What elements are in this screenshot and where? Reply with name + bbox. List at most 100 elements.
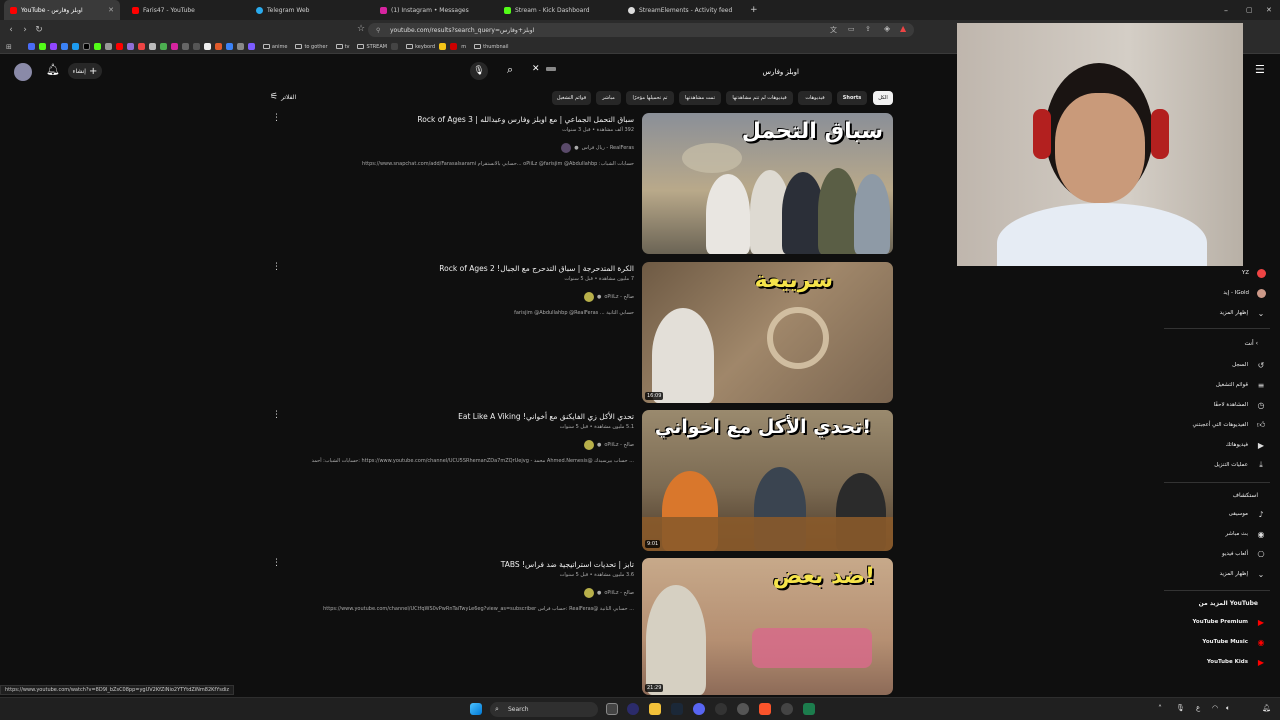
taskbar-search[interactable]: ⌕ Search bbox=[490, 702, 598, 717]
sidebar-item-live[interactable]: بث مباشر ◉ bbox=[1168, 526, 1270, 542]
cast-icon[interactable]: ▭ bbox=[848, 25, 855, 33]
search-input[interactable]: اوبلز وفارس bbox=[540, 62, 805, 82]
sidebar-item-youtube-premium[interactable]: YouTube Premium ▶ bbox=[1168, 614, 1270, 630]
bookmark-m[interactable]: m bbox=[461, 44, 466, 50]
create-button[interactable]: إنشاء + bbox=[68, 63, 102, 79]
microphone-tray-icon[interactable]: 🎙︎ bbox=[1176, 704, 1185, 712]
video-thumbnail[interactable]: ضد بعض! 21:29 bbox=[642, 558, 893, 695]
bookmark-folder-tv[interactable]: tv bbox=[335, 44, 349, 50]
tab-kick[interactable]: Stream - Kick Dashboard bbox=[498, 0, 618, 20]
video-title[interactable]: تحدي الأكل زي الفايكنق مع أخواني! Eat Li… bbox=[458, 412, 634, 421]
clear-search-icon[interactable]: ✕ bbox=[532, 64, 540, 74]
tab-faris-youtube[interactable]: Faris47 - YouTube bbox=[126, 0, 246, 20]
task-view-icon[interactable] bbox=[606, 703, 618, 715]
wifi-icon[interactable]: ◠ bbox=[1212, 704, 1218, 712]
close-window-button[interactable]: ✕ bbox=[1260, 0, 1278, 20]
windows-start-icon[interactable] bbox=[470, 703, 482, 715]
video-thumbnail[interactable]: سرييعة 16:09 bbox=[642, 262, 893, 403]
bookmark-folder-stream[interactable]: STREAM bbox=[357, 44, 387, 50]
bookmark-icon[interactable] bbox=[439, 43, 447, 50]
minimize-button[interactable]: – bbox=[1218, 0, 1236, 20]
site-info-icon[interactable]: ⚲ bbox=[376, 27, 380, 34]
bookmark-icon[interactable] bbox=[148, 43, 156, 50]
bookmark-icon[interactable] bbox=[159, 43, 167, 50]
chip-live[interactable]: مباشر bbox=[596, 91, 621, 105]
reload-icon[interactable]: ↻ bbox=[32, 25, 46, 35]
bookmark-icon[interactable] bbox=[236, 43, 244, 50]
filters-button[interactable]: ⚟ الفلاتر bbox=[270, 92, 296, 102]
video-result[interactable]: ⋮ الكرة المتدحرجة | سباق التدحرج مع الجب… bbox=[260, 262, 900, 403]
sidebar-item-youtube-music[interactable]: YouTube Music ◉ bbox=[1168, 634, 1270, 650]
notifications-tray-icon[interactable]: 🔔︎ bbox=[1262, 704, 1271, 712]
video-thumbnail[interactable]: تحدي الأكل مع اخواني! 9:01 bbox=[642, 410, 893, 551]
sidebar-item-liked-videos[interactable]: الفيديوهات التي أعجبتني 👍︎ bbox=[1168, 417, 1270, 433]
steam-icon[interactable] bbox=[671, 703, 683, 715]
avatar[interactable] bbox=[14, 63, 32, 81]
maximize-button[interactable]: ▢ bbox=[1240, 0, 1258, 20]
app-icon[interactable] bbox=[737, 703, 749, 715]
channel-link[interactable]: صالح - oPiiLz ● bbox=[583, 292, 634, 302]
sidebar-subscription-igold[interactable]: إيد - IGold bbox=[1168, 285, 1270, 301]
video-title[interactable]: سباق التحمل الجماعي | مع اوبلز وفارس وعب… bbox=[417, 115, 634, 124]
chip-playlists[interactable]: قوائم التشغيل bbox=[552, 91, 591, 105]
chip-shorts[interactable]: Shorts bbox=[837, 91, 867, 105]
kick-bookmark-icon[interactable] bbox=[93, 43, 101, 50]
bookmark-icon[interactable] bbox=[71, 43, 79, 50]
tab-instagram[interactable]: (1) Instagram • Messages bbox=[374, 0, 494, 20]
sidebar-show-more-explore[interactable]: إظهار المزيد ⌄ bbox=[1168, 566, 1270, 582]
bookmark-folder-thumbnail[interactable]: thumbnail bbox=[474, 44, 508, 50]
bookmark-icon[interactable] bbox=[225, 43, 233, 50]
tab-telegram[interactable]: Telegram Web bbox=[250, 0, 370, 20]
discord-icon[interactable] bbox=[693, 703, 705, 715]
sidebar-item-playlists[interactable]: قوائم التشغيل ≡ bbox=[1168, 377, 1270, 393]
notifications-icon[interactable]: 🔔︎ bbox=[46, 63, 60, 76]
more-actions-icon[interactable]: ⋮ bbox=[272, 262, 281, 272]
share-icon[interactable]: ⇪ bbox=[865, 25, 871, 33]
app-icon[interactable] bbox=[803, 703, 815, 715]
bookmark-icon[interactable] bbox=[27, 43, 35, 50]
forward-icon[interactable]: › bbox=[18, 25, 32, 35]
video-title[interactable]: تابز | تحديات استراتيجية ضد فراس! TABS bbox=[501, 560, 634, 569]
brave-rewards-icon[interactable]: ▲ bbox=[900, 24, 906, 33]
bookmark-folder-keybord[interactable]: keybord bbox=[406, 44, 435, 50]
chip-watched[interactable]: تمت مشاهدتها bbox=[679, 91, 721, 105]
sidebar-item-youtube-kids[interactable]: YouTube Kids ▶ bbox=[1168, 654, 1270, 670]
sidebar-subscription-yz[interactable]: YZ bbox=[1168, 265, 1270, 281]
bookmark-icon[interactable] bbox=[104, 43, 112, 50]
sidebar-item-your-videos[interactable]: فيديوهاتك ▶ bbox=[1168, 437, 1270, 453]
channel-avatar[interactable] bbox=[583, 440, 594, 450]
apps-grid-icon[interactable]: ⊞ bbox=[6, 43, 12, 51]
sidebar-item-music[interactable]: موسيقى ♪ bbox=[1168, 506, 1270, 522]
language-indicator[interactable]: ع bbox=[1196, 704, 1200, 712]
channel-avatar[interactable] bbox=[583, 588, 594, 598]
sidebar-section-you[interactable]: أنت ‹ bbox=[1168, 340, 1270, 347]
bookmark-icon[interactable] bbox=[214, 43, 222, 50]
new-tab-button[interactable]: + bbox=[744, 0, 758, 20]
channel-avatar[interactable] bbox=[561, 143, 572, 153]
sidebar-show-more[interactable]: إظهار المزيد ⌄ bbox=[1168, 305, 1270, 321]
more-actions-icon[interactable]: ⋮ bbox=[272, 113, 281, 123]
menu-icon[interactable]: ☰ bbox=[1255, 63, 1265, 76]
x-bookmark-icon[interactable] bbox=[82, 43, 90, 50]
instagram-bookmark-icon[interactable] bbox=[170, 43, 178, 50]
video-thumbnail[interactable]: سباق التحمل bbox=[642, 113, 893, 254]
bookmark-icon[interactable] bbox=[450, 43, 458, 50]
bookmark-star-icon[interactable]: ☆ bbox=[354, 24, 368, 34]
channel-link[interactable]: صالح - oPiiLz ● bbox=[583, 588, 634, 598]
sidebar-item-downloads[interactable]: عمليات التنزيل ⤓ bbox=[1168, 457, 1270, 473]
sidebar-item-watch-later[interactable]: المشاهدة لاحقًا ◷ bbox=[1168, 397, 1270, 413]
bookmark-icon[interactable] bbox=[203, 43, 211, 50]
video-title[interactable]: الكرة المتدحرجة | سباق التدحرج مع الجبال… bbox=[439, 264, 634, 273]
video-result[interactable]: ⋮ تحدي الأكل زي الفايكنق مع أخواني! Eat … bbox=[260, 410, 900, 551]
back-icon[interactable]: ‹ bbox=[4, 25, 18, 35]
video-result[interactable]: ⋮ تابز | تحديات استراتيجية ضد فراس! TABS… bbox=[260, 558, 900, 698]
channel-link[interactable]: صالح - oPiiLz ● bbox=[583, 440, 634, 450]
bookmark-icon[interactable] bbox=[137, 43, 145, 50]
bookmark-icon[interactable] bbox=[181, 43, 189, 50]
chip-recently-uploaded[interactable]: تم تحميلها مؤخرًا bbox=[626, 91, 674, 105]
file-explorer-icon[interactable] bbox=[649, 703, 661, 715]
bookmark-icon[interactable] bbox=[391, 43, 399, 50]
obs-icon[interactable] bbox=[715, 703, 727, 715]
tab-streamelements[interactable]: StreamElements - Activity feed bbox=[622, 0, 744, 20]
shield-icon[interactable]: ◈ bbox=[884, 24, 890, 33]
